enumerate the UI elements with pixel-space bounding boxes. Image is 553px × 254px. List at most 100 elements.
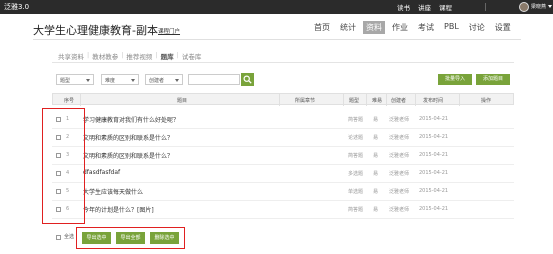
row-difficulty: 易	[373, 153, 379, 159]
table-row[interactable]: 1 学习健康教育对我们有什么好处呢？ 简答题 易 泛雅老师 2015-04-21	[52, 111, 514, 129]
creator-select-value: 创建者	[149, 78, 165, 84]
row-type: 多选题	[348, 171, 364, 177]
row-difficulty: 易	[373, 189, 379, 195]
row-creator: 泛雅老师	[389, 189, 410, 195]
chevron-down-icon[interactable]	[548, 5, 552, 8]
tab-shared-materials[interactable]: 共享资料	[58, 51, 84, 61]
row-title[interactable]: 学习健康教育对我们有什么好处呢？	[83, 115, 179, 124]
question-type-select-value: 题型	[60, 78, 71, 84]
top-link-read[interactable]: 读书	[397, 2, 410, 12]
top-bar: 泛雅3.0 读书 讲座 课程 梁晓燕	[0, 0, 553, 14]
row-type: 简答题	[348, 207, 364, 213]
row-date: 2015-04-21	[419, 170, 449, 176]
column-divider	[80, 94, 81, 106]
header-actions: 操作	[481, 98, 492, 104]
top-link-lecture[interactable]: 讲座	[418, 2, 431, 12]
search-input[interactable]	[188, 74, 240, 85]
row-creator: 泛雅老师	[389, 171, 410, 177]
row-difficulty: 易	[373, 171, 379, 177]
top-links: 读书 讲座 课程	[397, 2, 452, 12]
table-row[interactable]: 5 大学生应该每天做什么 单选题 易 泛雅老师 2015-04-21	[52, 183, 514, 201]
username[interactable]: 梁晓燕	[531, 3, 546, 10]
header-difficulty: 难易	[372, 98, 383, 104]
row-title[interactable]: 大学生应该每天做什么	[83, 187, 143, 196]
row-date: 2015-04-21	[419, 116, 449, 122]
tab-paper-bank[interactable]: 试卷库	[182, 51, 202, 61]
search-icon	[243, 75, 252, 84]
difficulty-select-value: 难度	[105, 78, 116, 84]
search-button[interactable]	[241, 73, 254, 86]
table-header: 序号 题目 所属章节 题型 难易 创建者 发布时间 操作	[52, 93, 514, 106]
top-divider	[485, 3, 486, 11]
header-creator: 创建者	[391, 98, 407, 104]
avatar[interactable]	[519, 2, 529, 12]
row-difficulty: 易	[373, 207, 379, 213]
nav-stats[interactable]: 统计	[337, 21, 359, 34]
chevron-down-icon	[86, 79, 90, 82]
header-number: 序号	[64, 98, 75, 104]
row-title[interactable]: 文明和素质的区别和联系是什么？	[83, 133, 173, 142]
row-creator: 泛雅老师	[389, 117, 410, 123]
tab-separator: |	[121, 51, 124, 59]
header-date: 发布时间	[423, 98, 444, 104]
nav-materials[interactable]: 资料	[363, 21, 385, 34]
tab-question-bank[interactable]: 题库	[161, 51, 174, 61]
top-link-course[interactable]: 课程	[439, 2, 452, 12]
tab-recommended-videos[interactable]: 推荐视频	[126, 51, 152, 61]
column-divider	[386, 94, 387, 106]
row-date: 2015-04-21	[419, 206, 449, 212]
row-type: 论述题	[348, 135, 364, 141]
row-date: 2015-04-21	[419, 134, 449, 140]
column-divider	[415, 94, 416, 106]
course-title: 大学生心理健康教育-副本	[33, 24, 158, 37]
row-difficulty: 易	[373, 135, 379, 141]
row-creator: 泛雅老师	[389, 207, 410, 213]
row-difficulty: 易	[373, 117, 379, 123]
nav-exam[interactable]: 考试	[415, 21, 437, 34]
question-type-select[interactable]: 题型	[56, 74, 94, 85]
difficulty-select[interactable]: 难度	[101, 74, 139, 85]
table-row[interactable]: 3 文明和素质的区别和联系是什么？ 简答题 易 泛雅老师 2015-04-21	[52, 147, 514, 165]
row-title[interactable]: 文明和素质的区别和联系是什么？	[83, 151, 173, 160]
header-type: 题型	[349, 98, 360, 104]
brand-logo[interactable]: 泛雅3.0	[4, 2, 29, 12]
subtabs-divider	[52, 62, 514, 63]
tab-textbooks[interactable]: 教材教参	[92, 51, 118, 61]
row-type: 简答题	[348, 153, 364, 159]
column-divider	[366, 94, 367, 106]
nav-settings[interactable]: 设置	[492, 21, 514, 34]
batch-import-button[interactable]: 批量导入	[438, 74, 472, 85]
table-row[interactable]: 4 dfasdfasfdaf 多选题 易 泛雅老师 2015-04-21	[52, 165, 514, 183]
column-divider	[343, 94, 344, 106]
row-date: 2015-04-21	[419, 152, 449, 158]
header-chapter: 所属章节	[295, 98, 316, 104]
select-all-checkbox[interactable]	[56, 235, 61, 240]
course-portal-link[interactable]: 课程门户	[158, 27, 180, 35]
sub-tabs: 共享资料 | 教材教参 | 推荐视频 | 题库 | 试卷库	[58, 51, 204, 61]
nav-discussion[interactable]: 讨论	[466, 21, 488, 34]
tab-separator: |	[155, 51, 158, 59]
tab-separator: |	[176, 51, 179, 59]
table-row[interactable]: 6 今年的计划是什么？[图片] 简答题 易 泛雅老师 2015-04-21	[52, 201, 514, 219]
row-type: 简答题	[348, 117, 364, 123]
nav-pbl[interactable]: PBL	[441, 21, 462, 34]
tab-separator: |	[87, 51, 90, 59]
highlight-box-actions	[76, 227, 185, 249]
row-title[interactable]: dfasdfasfdaf	[83, 169, 120, 176]
row-date: 2015-04-21	[419, 188, 449, 194]
row-title[interactable]: 今年的计划是什么？[图片]	[83, 205, 154, 214]
chevron-down-icon	[131, 79, 135, 82]
nav-home[interactable]: 首页	[311, 21, 333, 34]
row-creator: 泛雅老师	[389, 135, 410, 141]
nav-homework[interactable]: 作业	[389, 21, 411, 34]
add-question-button[interactable]: 添加题目	[476, 74, 510, 85]
chevron-down-icon	[175, 79, 179, 82]
row-creator: 泛雅老师	[389, 153, 410, 159]
highlight-box-rows	[42, 108, 85, 224]
main-nav: 首页 统计 资料 作业 考试 PBL 讨论 设置	[311, 21, 518, 34]
column-divider	[459, 94, 460, 106]
creator-select[interactable]: 创建者	[145, 74, 183, 85]
select-all-label: 全选	[64, 234, 75, 240]
table-row[interactable]: 2 文明和素质的区别和联系是什么？ 论述题 易 泛雅老师 2015-04-21	[52, 129, 514, 147]
column-divider	[279, 94, 280, 106]
